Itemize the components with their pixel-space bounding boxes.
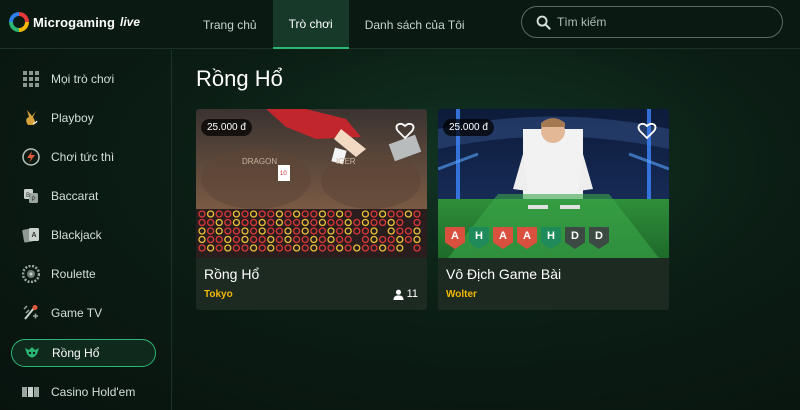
search-input[interactable] — [557, 15, 767, 29]
roulette-icon — [21, 264, 41, 284]
result-history: A H A A H D D — [445, 227, 613, 249]
result-badge: H — [541, 227, 561, 249]
sidebar-item-game-tv[interactable]: Game TV — [11, 299, 156, 327]
page-title: Rồng Hổ — [196, 66, 283, 91]
svg-text:10: 10 — [280, 171, 287, 177]
sidebar-item-label: Playboy — [51, 111, 94, 125]
game-card-dragon-tiger[interactable]: 10 DRAGON IGER 25.000 đ Rồng Hổ Tokyo 11 — [196, 109, 427, 310]
svg-text:B: B — [26, 193, 30, 199]
result-badge: A — [517, 227, 537, 249]
sidebar-item-playboy[interactable]: Playboy — [11, 104, 156, 132]
sidebar-item-label: Mọi trò chơi — [51, 72, 115, 86]
nav-my-list[interactable]: Danh sách của Tôi — [349, 0, 481, 49]
result-badge: A — [493, 227, 513, 249]
user-icon — [393, 289, 404, 300]
main-nav: Trang chủ Trò chơi Danh sách của Tôi — [187, 0, 481, 49]
brand-mark-icon — [9, 12, 29, 32]
game-card-champion-card-game[interactable]: 25.000 đ A H A A H D D Vô Địch Game Bài … — [438, 109, 669, 310]
nav-games[interactable]: Trò chơi — [272, 0, 349, 49]
min-bet-badge: 25.000 đ — [443, 119, 494, 136]
baccarat-icon: B P — [21, 186, 41, 206]
table-dragon-label: DRAGON — [242, 157, 277, 166]
game-name: Rồng Hổ — [204, 266, 260, 282]
sidebar-item-label: Blackjack — [51, 228, 102, 242]
sidebar-item-dragon-tiger[interactable]: Rồng Hổ — [11, 339, 156, 367]
result-badge: D — [565, 227, 585, 249]
player-count: 11 — [393, 288, 418, 300]
dragon-tiger-icon — [22, 343, 42, 363]
grid-icon — [21, 69, 41, 89]
playboy-bunny-icon — [21, 108, 41, 128]
sidebar-item-all-games[interactable]: Mọi trò chơi — [11, 65, 156, 93]
result-badge: D — [589, 227, 609, 249]
sidebar: Mọi trò chơi Playboy Chơi tức thì B P Ba… — [0, 50, 172, 410]
sidebar-item-roulette[interactable]: Roulette — [11, 260, 156, 288]
result-badge: H — [469, 227, 489, 249]
sidebar-item-blackjack[interactable]: A Blackjack — [11, 221, 156, 249]
brand-name: Microgaming — [33, 14, 115, 30]
sidebar-item-baccarat[interactable]: B P Baccarat — [11, 182, 156, 210]
table-tiger-label: IGER — [336, 157, 356, 166]
cards-icon: A — [21, 225, 41, 245]
sidebar-item-label: Roulette — [51, 267, 96, 281]
dealer-name: Wolter — [446, 289, 477, 300]
game-tv-icon — [21, 303, 41, 323]
result-badge: A — [445, 227, 465, 249]
brand-logo[interactable]: Microgaming live — [9, 12, 140, 32]
lightning-icon — [21, 147, 41, 167]
dealer-name: Tokyo — [204, 289, 233, 300]
sidebar-item-casino-holdem[interactable]: Casino Hold'em — [11, 378, 156, 406]
svg-text:A: A — [32, 232, 37, 239]
player-count-value: 11 — [406, 288, 418, 300]
sidebar-item-label: Chơi tức thì — [51, 150, 115, 164]
favorite-heart-icon[interactable] — [395, 121, 415, 141]
sidebar-item-label: Baccarat — [51, 189, 99, 203]
sidebar-item-label: Casino Hold'em — [51, 385, 136, 399]
svg-text:P: P — [32, 197, 36, 203]
sidebar-item-instant-play[interactable]: Chơi tức thì — [11, 143, 156, 171]
min-bet-badge: 25.000 đ — [201, 119, 252, 136]
top-header: Microgaming live Trang chủ Trò chơi Danh… — [0, 0, 800, 49]
holdem-icon — [21, 382, 41, 402]
game-thumbnail: 25.000 đ A H A A H D D — [438, 109, 669, 258]
sidebar-item-label: Game TV — [51, 306, 103, 320]
sidebar-item-label: Rồng Hổ — [52, 346, 100, 360]
game-thumbnail: 10 DRAGON IGER 25.000 đ — [196, 109, 427, 258]
search-box[interactable] — [521, 6, 783, 38]
nav-home[interactable]: Trang chủ — [187, 0, 273, 49]
search-icon — [536, 15, 551, 30]
favorite-heart-icon[interactable] — [637, 121, 657, 141]
game-name: Vô Địch Game Bài — [446, 266, 562, 282]
brand-suffix: live — [120, 15, 141, 29]
